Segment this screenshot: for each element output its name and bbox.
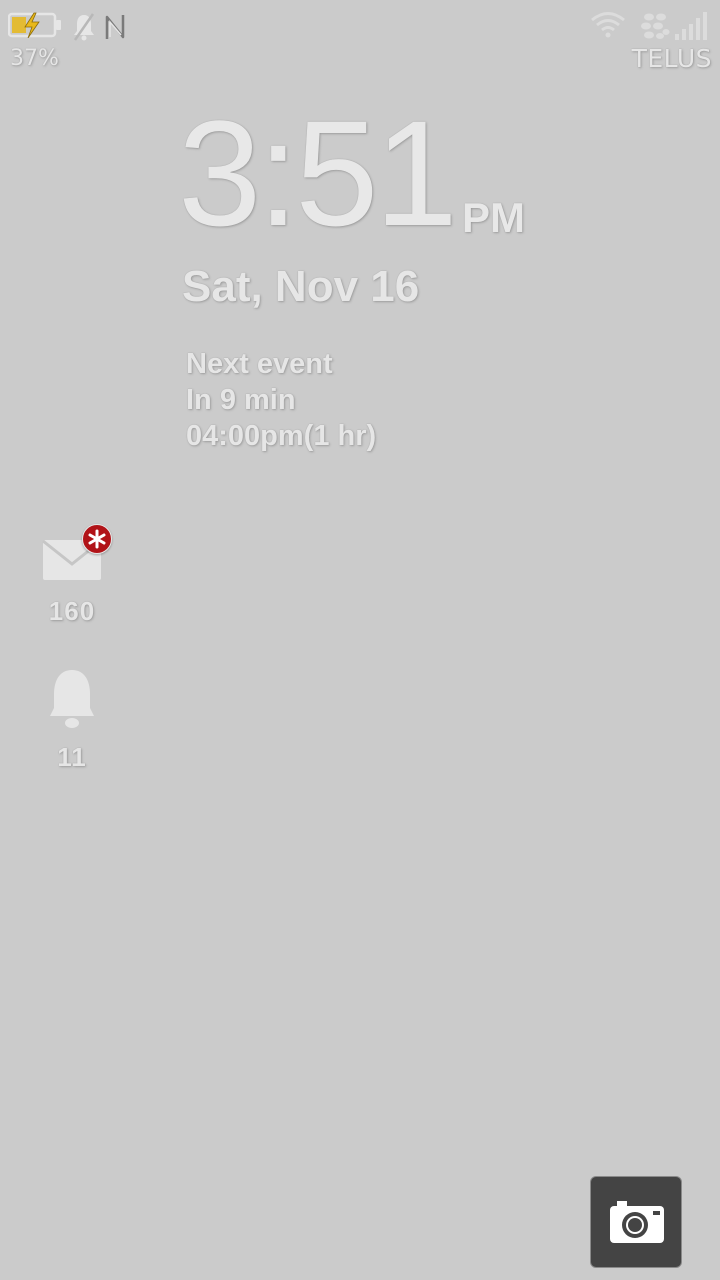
next-event[interactable]: Next event In 9 min 04:00pm(1 hr) <box>186 346 506 454</box>
battery-charging-icon <box>7 12 62 39</box>
battery-percent: 37% <box>10 46 59 71</box>
bell-icon <box>50 670 94 728</box>
camera-button[interactable] <box>590 1176 682 1268</box>
next-event-countdown: In 9 min <box>186 384 296 416</box>
clock-date: Sat, Nov 16 <box>182 262 420 311</box>
carrier-name: TELUS <box>631 44 712 73</box>
clock-ampm: PM <box>462 194 525 241</box>
wifi-icon <box>590 10 626 40</box>
mute-icon <box>72 12 96 42</box>
bell-count: 11 <box>57 742 87 772</box>
nfc-icon <box>104 12 126 42</box>
bell-notification[interactable]: 11 <box>30 668 114 773</box>
status-bar-left: 37% <box>7 6 138 76</box>
bbm-icon <box>640 12 670 40</box>
mail-count: 160 <box>48 596 96 626</box>
next-event-title: Next event <box>186 348 333 380</box>
next-event-time: 04:00pm(1 hr) <box>186 420 377 452</box>
camera-icon <box>610 1201 664 1243</box>
signal-icon <box>674 10 712 42</box>
clock-time: 3:51 <box>178 89 458 257</box>
mail-notification[interactable]: 160 <box>30 522 114 627</box>
asterisk-icon <box>82 524 112 554</box>
status-bar-right: TELUS <box>584 6 714 76</box>
lock-clock: 3:51 PM <box>178 98 578 258</box>
